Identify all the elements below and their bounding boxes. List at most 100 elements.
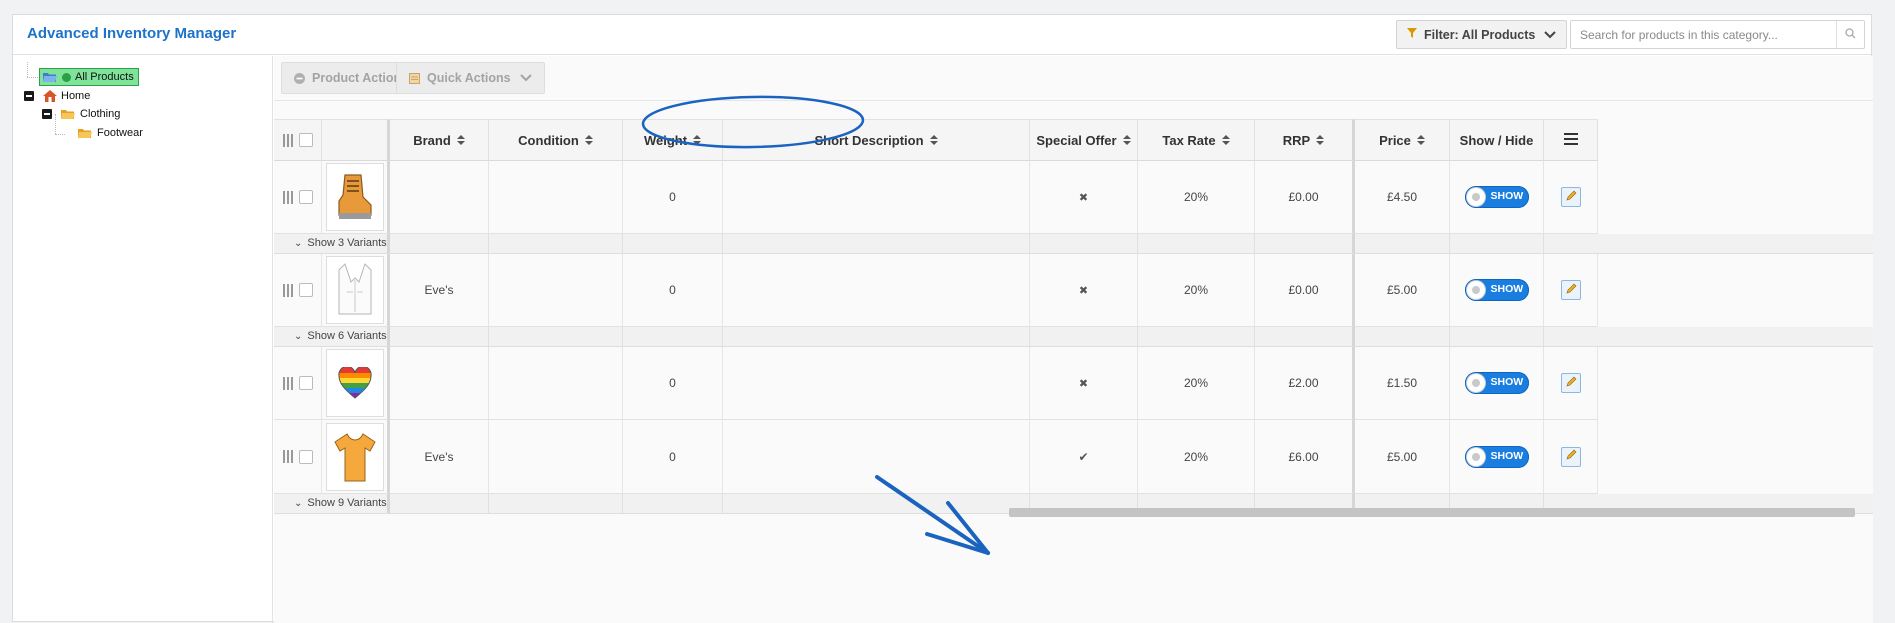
- tree-node-home[interactable]: Home: [43, 87, 90, 105]
- row-checkbox[interactable]: [298, 376, 313, 390]
- filter-label: Filter: All Products: [1424, 27, 1536, 42]
- edit-button[interactable]: [1560, 373, 1581, 393]
- condition-cell[interactable]: [489, 347, 623, 420]
- special-offer-cell[interactable]: ✖: [1030, 347, 1138, 420]
- quick-actions-icon: [409, 72, 420, 84]
- product-grid: Brand Condition Weight Short Description…: [274, 119, 1873, 577]
- edit-button[interactable]: [1560, 187, 1581, 207]
- sort-icon: [584, 135, 593, 145]
- short-description-cell[interactable]: [723, 161, 1030, 234]
- drag-handle-icon[interactable]: [282, 450, 293, 463]
- price-cell[interactable]: £4.50: [1355, 161, 1450, 234]
- rrp-cell[interactable]: £0.00: [1255, 254, 1355, 327]
- edit-button[interactable]: [1560, 280, 1581, 300]
- drag-handle-icon: [282, 133, 293, 147]
- price-cell[interactable]: £5.00: [1355, 254, 1450, 327]
- visibility-cell: SHOW: [1450, 420, 1544, 494]
- drag-handle-icon[interactable]: [282, 376, 293, 390]
- column-header-brand[interactable]: Brand: [390, 119, 489, 161]
- drag-column-header: [274, 119, 322, 161]
- row-checkbox[interactable]: [298, 449, 313, 464]
- row-checkbox[interactable]: [298, 190, 313, 204]
- drag-handle-icon[interactable]: [282, 283, 293, 297]
- tree-node-all-products[interactable]: All Products: [39, 68, 139, 86]
- condition-cell[interactable]: [489, 161, 623, 234]
- quick-actions-button[interactable]: Quick Actions: [396, 62, 545, 94]
- edit-button[interactable]: [1560, 446, 1581, 467]
- special-offer-cell[interactable]: ✖: [1030, 254, 1138, 327]
- column-header-short-description[interactable]: Short Description: [723, 119, 1030, 161]
- visibility-toggle[interactable]: SHOW: [1464, 372, 1529, 394]
- column-header-condition[interactable]: Condition: [489, 119, 623, 161]
- visibility-toggle[interactable]: SHOW: [1464, 186, 1529, 208]
- drag-handle-icon[interactable]: [282, 190, 293, 204]
- weight-cell[interactable]: 0: [623, 347, 723, 420]
- column-menu-button[interactable]: [1544, 119, 1598, 161]
- price-cell[interactable]: £1.50: [1355, 347, 1450, 420]
- visibility-toggle[interactable]: SHOW: [1464, 279, 1529, 301]
- rainbow-heart-image[interactable]: [325, 349, 384, 417]
- special-offer-cell[interactable]: ✔: [1030, 420, 1138, 494]
- tree-node-clothing[interactable]: Clothing: [60, 105, 120, 123]
- column-header-tax-rate[interactable]: Tax Rate: [1138, 119, 1255, 161]
- brand-cell[interactable]: [390, 347, 489, 420]
- weight-cell[interactable]: 0: [623, 254, 723, 327]
- row-select-cell: [274, 347, 322, 420]
- weight-cell[interactable]: 0: [623, 161, 723, 234]
- sort-icon: [693, 135, 702, 145]
- show-variants-toggle[interactable]: ⌄ Show 6 Variants: [294, 330, 387, 342]
- edit-cell: [1544, 254, 1598, 327]
- short-description-cell[interactable]: [723, 420, 1030, 494]
- app-window: Advanced Inventory Manager Filter: All P…: [12, 14, 1873, 623]
- brand-cell[interactable]: Eve's: [390, 254, 489, 327]
- short-description-cell[interactable]: [723, 254, 1030, 327]
- rrp-cell[interactable]: £2.00: [1255, 347, 1355, 420]
- orange-tshirt-image[interactable]: [325, 422, 384, 491]
- table-row: 0 ✖ 20% £0.00 £4.50 SHOW: [274, 161, 1873, 234]
- chevron-down-icon: ⌄: [294, 330, 303, 342]
- column-header-special-offer[interactable]: Special Offer: [1030, 119, 1138, 161]
- row-checkbox[interactable]: [298, 283, 313, 297]
- tree-collapse-toggle[interactable]: [24, 91, 34, 101]
- rrp-cell[interactable]: £6.00: [1255, 420, 1355, 494]
- price-cell[interactable]: £5.00: [1355, 420, 1450, 494]
- show-variants-toggle[interactable]: ⌄ Show 3 Variants: [294, 237, 387, 249]
- brand-cell[interactable]: Eve's: [390, 420, 489, 494]
- visibility-toggle[interactable]: SHOW: [1464, 445, 1529, 468]
- search-box: [1570, 20, 1865, 49]
- condition-cell[interactable]: [489, 420, 623, 494]
- condition-cell[interactable]: [489, 254, 623, 327]
- rrp-cell[interactable]: £0.00: [1255, 161, 1355, 234]
- tax-rate-cell[interactable]: 20%: [1138, 161, 1255, 234]
- thumbnail-cell: [322, 254, 390, 327]
- tax-rate-cell[interactable]: 20%: [1138, 420, 1255, 494]
- waistcoat-image[interactable]: [325, 256, 384, 324]
- special-offer-cell[interactable]: ✖: [1030, 161, 1138, 234]
- brand-cell[interactable]: [390, 161, 489, 234]
- search-input[interactable]: [1571, 21, 1836, 48]
- boot-image[interactable]: [325, 163, 384, 231]
- tree-node-footwear[interactable]: Footwear: [77, 124, 143, 142]
- short-description-cell[interactable]: [723, 347, 1030, 420]
- tree-node-label: Home: [61, 90, 91, 102]
- tax-rate-cell[interactable]: 20%: [1138, 254, 1255, 327]
- search-icon: [1845, 26, 1856, 44]
- show-variants-toggle[interactable]: ⌄ Show 9 Variants: [294, 497, 387, 509]
- tax-rate-cell[interactable]: 20%: [1138, 347, 1255, 420]
- weight-cell[interactable]: 0: [623, 420, 723, 494]
- sort-icon: [929, 135, 938, 145]
- visibility-cell: SHOW: [1450, 254, 1544, 327]
- column-header-price[interactable]: Price: [1355, 119, 1450, 161]
- column-header-weight[interactable]: Weight: [623, 119, 723, 161]
- edit-cell: [1544, 347, 1598, 420]
- column-header-rrp[interactable]: RRP: [1255, 119, 1355, 161]
- horizontal-scrollbar-thumb[interactable]: [1009, 508, 1855, 517]
- chevron-down-icon: [519, 74, 532, 82]
- search-button[interactable]: [1836, 21, 1864, 48]
- filter-dropdown[interactable]: Filter: All Products: [1396, 20, 1567, 49]
- select-all-checkbox[interactable]: [298, 133, 313, 147]
- menu-icon: [1563, 132, 1578, 148]
- product-actions-label: Product Actions: [312, 71, 409, 85]
- tree-collapse-toggle[interactable]: [42, 109, 52, 119]
- folder-icon: [60, 108, 76, 120]
